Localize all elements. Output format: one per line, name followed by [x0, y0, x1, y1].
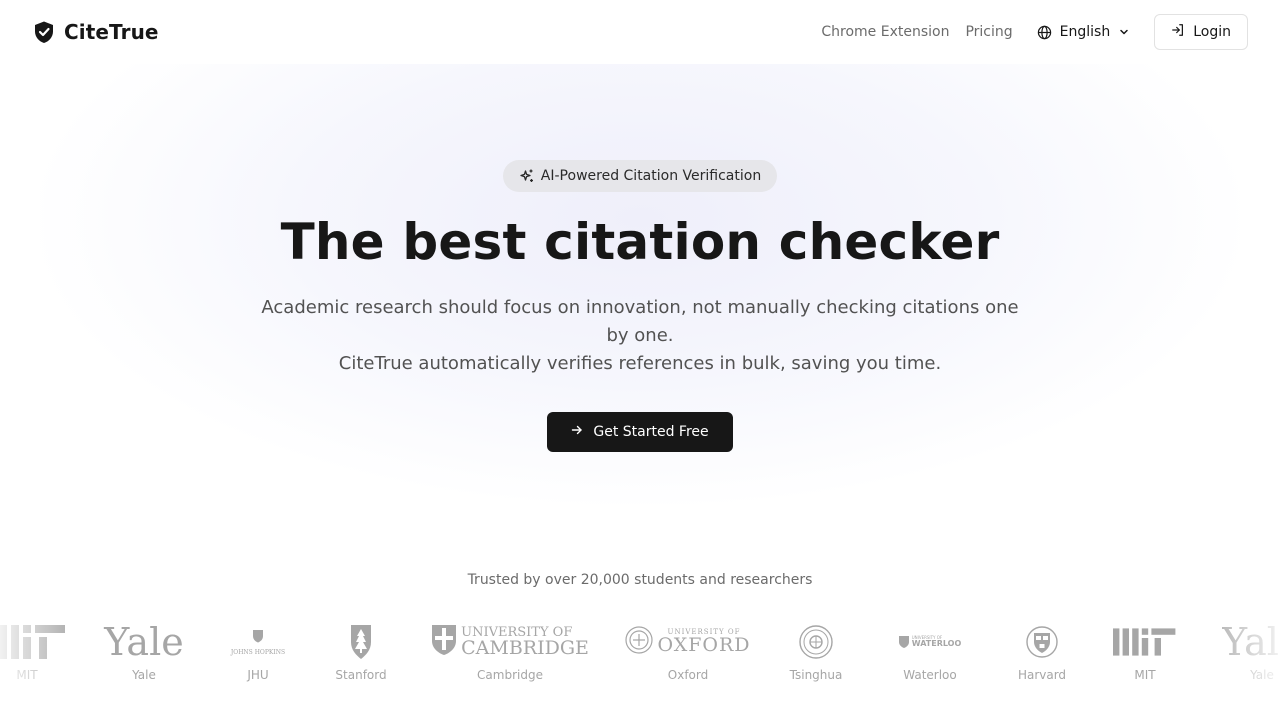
- logo-label: Stanford: [335, 668, 387, 682]
- arrow-right-icon: [571, 424, 583, 440]
- tsinghua-seal-icon: [786, 620, 846, 664]
- mit-logo-icon: [0, 620, 74, 664]
- sparkles-icon: [519, 168, 535, 184]
- hero-subtitle-line2: CiteTrue automatically verifies referenc…: [338, 353, 942, 374]
- brand-logo-link[interactable]: CiteTrue: [32, 20, 159, 44]
- logo-mit: MIT: [0, 620, 74, 690]
- jhu-crest-icon: [252, 628, 264, 647]
- logo-label: JHU: [247, 668, 269, 682]
- mit-logo-icon: [1104, 620, 1186, 664]
- brand-name: CiteTrue: [64, 20, 159, 44]
- login-label: Login: [1193, 24, 1231, 40]
- nav-pricing[interactable]: Pricing: [965, 24, 1012, 40]
- cambridge-wordmark-bottom: CAMBRIDGE: [461, 637, 589, 659]
- stanford-tree-icon: [331, 620, 391, 664]
- feature-badge-text: AI-Powered Citation Verification: [540, 168, 762, 184]
- chevron-down-icon: [1118, 26, 1130, 38]
- harvard-shield-icon: [1012, 620, 1072, 664]
- yale-wordmark: Yale: [1222, 620, 1280, 664]
- logo-jhu: JOHNS HOPKINS JHU: [226, 620, 290, 690]
- jhu-logo: JOHNS HOPKINS: [226, 620, 290, 664]
- get-started-label: Get Started Free: [593, 424, 709, 440]
- logo-label: Tsinghua: [789, 668, 843, 682]
- logo-label: Harvard: [1017, 668, 1067, 682]
- logo-tsinghua: Tsinghua: [786, 620, 846, 690]
- trusted-by-text: Trusted by over 20,000 students and rese…: [467, 572, 813, 588]
- waterloo-wordmark-bottom: WATERLOO: [911, 639, 962, 648]
- top-navbar: CiteTrue Chrome Extension Pricing Englis…: [0, 0, 1280, 64]
- hero-section: AI-Powered Citation Verification The bes…: [0, 64, 1280, 452]
- logo-waterloo: UNIVERSITY OF WATERLOO Waterloo: [892, 620, 968, 690]
- university-logo-carousel: MIT Yale Yale JOHNS HOPKINS JHU Stanford…: [0, 620, 1280, 690]
- logo-mit-repeat: MIT: [1104, 620, 1186, 690]
- logo-yale-repeat: Yale Yale: [1222, 620, 1280, 690]
- logo-label: Yale: [1250, 668, 1274, 682]
- logo-label: Yale: [132, 668, 156, 682]
- shield-check-icon: [32, 20, 56, 44]
- logo-cambridge: UNIVERSITY OF CAMBRIDGE Cambridge: [431, 620, 589, 690]
- feature-badge: AI-Powered Citation Verification: [502, 160, 778, 192]
- cambridge-logo: UNIVERSITY OF CAMBRIDGE: [431, 620, 589, 664]
- waterloo-logo: UNIVERSITY OF WATERLOO: [892, 620, 968, 664]
- cambridge-crest-icon: [431, 624, 457, 660]
- oxford-wordmark-bottom: OXFORD: [657, 634, 751, 656]
- hero-subtitle-line1: Academic research should focus on innova…: [261, 297, 1019, 346]
- logo-yale: Yale Yale: [104, 620, 184, 690]
- logo-stanford: Stanford: [331, 620, 391, 690]
- globe-icon: [1037, 25, 1052, 40]
- main-nav: Chrome Extension Pricing English Login: [821, 14, 1248, 50]
- logo-label: MIT: [1134, 668, 1156, 682]
- language-selector[interactable]: English: [1037, 24, 1131, 40]
- get-started-button[interactable]: Get Started Free: [547, 412, 733, 452]
- oxford-crest-icon: [625, 625, 654, 659]
- yale-wordmark: Yale: [104, 620, 184, 664]
- oxford-logo: UNIVERSITY OF OXFORD: [625, 620, 750, 664]
- logo-label: Cambridge: [477, 668, 543, 682]
- login-button[interactable]: Login: [1154, 14, 1248, 50]
- logo-harvard: Harvard: [1012, 620, 1072, 690]
- logo-label: Oxford: [667, 668, 709, 682]
- logo-label: Waterloo: [903, 668, 957, 682]
- log-in-icon: [1171, 23, 1185, 41]
- logo-label: MIT: [16, 668, 38, 682]
- hero-subtitle: Academic research should focus on innova…: [250, 294, 1030, 378]
- jhu-wordmark: JOHNS HOPKINS: [230, 649, 286, 656]
- logo-oxford: UNIVERSITY OF OXFORD Oxford: [625, 620, 750, 690]
- nav-chrome-extension[interactable]: Chrome Extension: [821, 24, 949, 40]
- language-label: English: [1059, 24, 1111, 40]
- hero-title: The best citation checker: [280, 213, 1000, 271]
- waterloo-shield-icon: [898, 633, 909, 652]
